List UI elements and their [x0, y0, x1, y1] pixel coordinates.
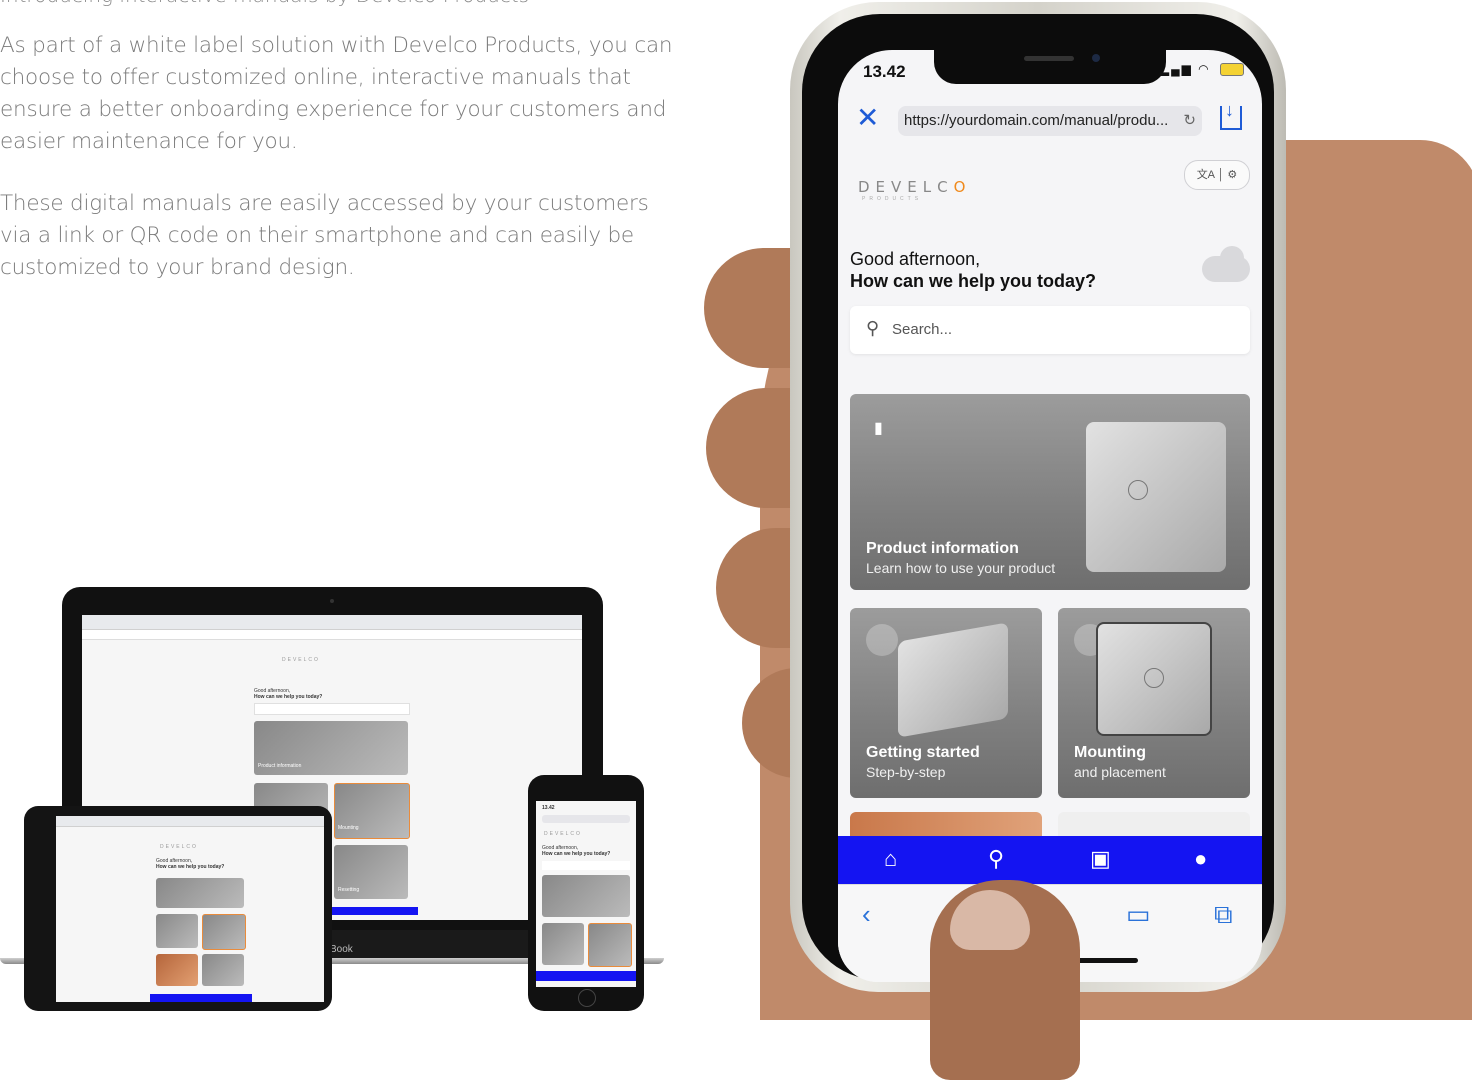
card-getting-started-title: Getting started — [866, 744, 980, 761]
card-getting-started-subtitle: Step-by-step — [866, 764, 946, 780]
translate-icon[interactable]: 文A — [1197, 169, 1215, 181]
main-phone-bezel: 13.42 ▂▄▆ ◠ ✕ https://yourdomain.com/man… — [802, 14, 1274, 982]
greeting-line-2: How can we help you today? — [850, 271, 1097, 291]
status-icons: ▂▄▆ ◠ — [1159, 62, 1244, 77]
search-icon[interactable]: ⚲ — [988, 846, 1004, 872]
card-product-subtitle: Learn how to use your product — [866, 560, 1056, 576]
device-led-ring — [1144, 668, 1164, 688]
tablet-bottom-nav[interactable] — [150, 994, 252, 1002]
tablet-card-resetting[interactable] — [202, 954, 244, 986]
url-text: https://yourdomain.com/manual/produ... — [904, 112, 1169, 129]
signal-icon: ▂▄▆ — [1159, 62, 1193, 76]
small-phone-device: 13.42 DEVELCO Good afternoon, How can we… — [528, 775, 644, 1011]
card-getting-started-image — [898, 622, 1008, 738]
chat-icon[interactable]: ▣ — [1090, 846, 1111, 872]
vibrate-icon: ▮ — [874, 420, 883, 437]
tablet-question: How can we help you today? — [156, 864, 225, 870]
tablet-browser-chrome — [56, 816, 324, 827]
card-mounting[interactable]: Mounting and placement — [1058, 608, 1250, 798]
card-mounting-subtitle: and placement — [1074, 764, 1166, 780]
tablet-logo: DEVELCO — [160, 844, 198, 850]
card-getting-started[interactable]: Getting started Step-by-step — [850, 608, 1042, 798]
card-mounting-image — [1096, 622, 1212, 736]
tabs-icon[interactable]: ⧉ — [1214, 899, 1233, 931]
laptop-logo: DEVELCO — [282, 657, 320, 663]
back-icon[interactable]: ‹ — [862, 899, 871, 930]
document-icon — [866, 624, 898, 656]
develco-logo-sub: PRODUCTS — [862, 196, 923, 202]
reload-icon[interactable]: ↻ — [1183, 106, 1196, 136]
search-field[interactable]: ⚲ Search... — [850, 306, 1250, 354]
home-icon[interactable]: ⌂ — [884, 846, 897, 872]
small-phone-card-getting-started[interactable] — [542, 923, 584, 965]
tablet-card-getting-started[interactable] — [156, 914, 198, 948]
laptop-url-bar — [82, 630, 582, 640]
wifi-icon: ◠ — [1198, 62, 1211, 76]
laptop-brand: Book — [330, 944, 353, 955]
small-phone-home-button[interactable] — [578, 989, 596, 1007]
laptop-card1-title: Product information — [258, 763, 302, 769]
url-bar[interactable]: https://yourdomain.com/manual/produ... ↻ — [898, 106, 1202, 136]
card-mounting-title: Mounting — [1074, 744, 1146, 761]
tablet-card-mounting[interactable] — [202, 914, 246, 950]
intro-heading: Introducing interactive manuals by Devel… — [0, 0, 680, 8]
laptop-search[interactable] — [254, 703, 410, 715]
laptop-browser-chrome — [82, 615, 582, 630]
intro-paragraph-1: As part of a white label solution with D… — [0, 33, 673, 154]
small-phone-search[interactable] — [542, 861, 630, 870]
small-phone-logo: DEVELCO — [544, 831, 582, 837]
small-phone-question: How can we help you today? — [542, 851, 611, 857]
phone-notch — [934, 50, 1166, 84]
tablet-card-troubleshooting[interactable] — [156, 954, 198, 986]
laptop-question: How can we help you today? — [254, 694, 323, 700]
main-phone-screen: 13.42 ▂▄▆ ◠ ✕ https://yourdomain.com/man… — [838, 50, 1262, 982]
search-icon: ⚲ — [866, 318, 880, 338]
tablet-card-product-info[interactable] — [156, 878, 244, 908]
download-icon[interactable] — [1220, 100, 1242, 130]
small-phone-time: 13.42 — [542, 805, 555, 811]
cloud-icon — [1202, 246, 1250, 282]
settings-pill[interactable]: 文A │ ⚙ — [1184, 160, 1250, 190]
bookmarks-icon[interactable]: ▭ — [1126, 899, 1151, 930]
laptop-bottom-nav[interactable] — [332, 907, 418, 915]
laptop-card2-title: Mounting — [338, 825, 359, 831]
develco-logo: DEVELCO — [858, 178, 972, 196]
small-phone-bottom-nav[interactable] — [536, 971, 636, 981]
main-phone-frame: 13.42 ▂▄▆ ◠ ✕ https://yourdomain.com/man… — [790, 2, 1286, 992]
tablet-device: DEVELCO Good afternoon, How can we help … — [24, 806, 332, 1011]
laptop-card3-title: Resetting — [338, 887, 360, 893]
person-icon[interactable]: ● — [1194, 846, 1207, 872]
status-time: 13.42 — [863, 62, 906, 81]
small-phone-card-mounting[interactable] — [588, 923, 632, 967]
card-product-information[interactable]: ▮ Product information Learn how to use y… — [850, 394, 1250, 590]
search-placeholder: Search... — [892, 321, 953, 338]
gear-icon[interactable]: ⚙ — [1227, 169, 1237, 181]
intro-section: Introducing interactive manuals by Devel… — [0, 0, 680, 314]
close-icon[interactable]: ✕ — [856, 104, 879, 132]
intro-paragraph-2: These digital manuals are easily accesse… — [0, 191, 649, 280]
phone-front-camera — [1092, 54, 1100, 62]
battery-icon — [1220, 63, 1244, 77]
tablet-screen: DEVELCO Good afternoon, How can we help … — [56, 816, 324, 1002]
small-phone-screen: 13.42 DEVELCO Good afternoon, How can we… — [536, 801, 636, 987]
greeting: Good afternoon, How can we help you toda… — [850, 248, 1096, 292]
bottom-nav: ⌂ ⚲ ▣ ● — [838, 836, 1262, 884]
laptop-camera — [330, 599, 334, 603]
phone-speaker — [1024, 56, 1074, 61]
small-phone-card-product-info[interactable] — [542, 875, 630, 917]
card-product-title: Product information — [866, 540, 1019, 557]
greeting-line-1: Good afternoon, — [850, 249, 981, 269]
device-led-ring — [1128, 480, 1148, 500]
card-product-image — [1086, 422, 1226, 572]
small-phone-url-bar[interactable] — [542, 815, 630, 823]
